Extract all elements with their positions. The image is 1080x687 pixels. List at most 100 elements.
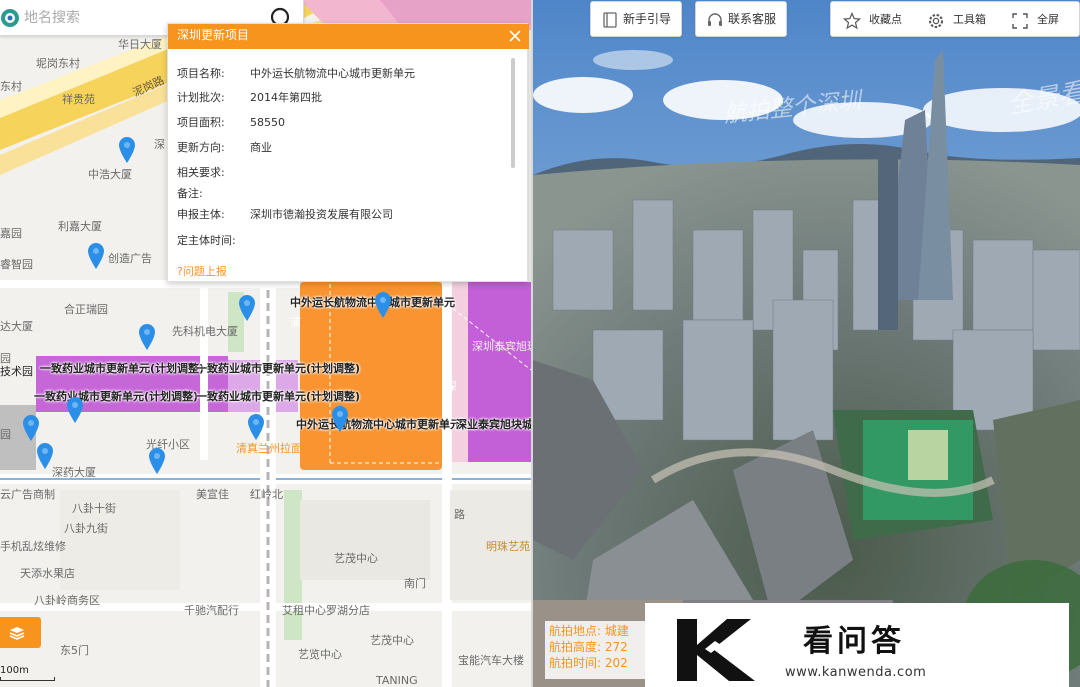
report-issue-label: 问题上报 (182, 265, 227, 278)
watermark-name: 看问答 (803, 624, 905, 659)
map-label: 睿智园 (0, 258, 33, 271)
map-label: 利嘉大厦 (58, 220, 102, 233)
zone-label[interactable]: 一致药业城市更新单元(计划调整) (196, 362, 360, 375)
toolbox-label: 工具箱 (953, 13, 986, 26)
gear-icon (929, 14, 943, 28)
map-label: 园 (0, 428, 11, 441)
field-label: 更新方向: (177, 141, 225, 154)
service-label: 联系客服 (728, 12, 777, 26)
map-label: 坭岗东村 (36, 57, 80, 70)
zone-label[interactable]: 一致药业城市更新单元(计划调整) (34, 390, 198, 403)
flight-time: 航拍时间: 202 (549, 656, 628, 670)
panorama-pane[interactable]: 航拍整个深圳 全景看 新手引导 联系客服 收藏点 工具箱 全屏 航拍地点: 城建… (533, 0, 1080, 687)
map-label: 艾租中心罗湖分店 (282, 604, 370, 617)
fullscreen-label: 全屏 (1037, 13, 1059, 26)
layers-button[interactable] (0, 617, 41, 648)
field-label: 备注: (177, 187, 203, 200)
kanwenda-logo-icon (677, 619, 755, 681)
map-label: 路 (454, 508, 465, 521)
field-label: 定主体时间: (177, 234, 236, 247)
map-label: 技术园 (0, 365, 33, 378)
popup-scrollbar[interactable] (511, 58, 515, 168)
field-value: 中外运长航物流中心城市更新单元 (250, 67, 415, 80)
map-label: 艺览中心 (298, 648, 342, 661)
field-label: 相关要求: (177, 166, 225, 179)
map-label: 艺茂中心 (370, 634, 414, 647)
location-pin-icon[interactable] (88, 243, 104, 269)
zone-label[interactable]: 中外运长航物流中心城市更新单元 (296, 418, 461, 431)
location-pin-icon[interactable] (149, 448, 165, 474)
popup-title: 深圳更新项目 (177, 28, 250, 42)
report-issue-link[interactable]: ?问题上报 (177, 265, 227, 278)
map-label: 天添水果店 (20, 567, 75, 580)
map-label: 明珠艺苑 (486, 540, 530, 553)
map-label: 清真兰州拉面 (236, 442, 302, 455)
favorites-button[interactable]: 收藏点 (831, 2, 913, 38)
zone-label[interactable]: 一致药业城市更新单元(计划调整) (40, 362, 204, 375)
flight-height: 航拍高度: 272 (549, 640, 628, 654)
map-label: 祥贵苑 (62, 93, 95, 106)
zone-label[interactable]: 中外运长航物流中心城市更新单元 (290, 296, 455, 309)
star-icon (843, 12, 861, 30)
map-label: 八卦九街 (64, 522, 108, 535)
map-label: 红岭北 (250, 488, 283, 501)
location-pin-icon[interactable] (248, 414, 264, 440)
map-label: 达大厦 (0, 320, 33, 333)
map-label: 南门 (404, 577, 426, 590)
map-label: 深 (154, 138, 165, 151)
map-label: 先科机电大厦 (172, 325, 238, 338)
map-label: 艺茂中心 (334, 552, 378, 565)
project-info-popup: 深圳更新项目 项目名称: 中外运长航物流中心城市更新单元 计划批次: 2014年… (167, 23, 529, 282)
map-label: 手机乱炫维修 (0, 540, 66, 553)
beginner-guide-button[interactable]: 新手引导 (590, 1, 682, 37)
fullscreen-icon (1012, 13, 1028, 29)
field-label: 项目名称: (177, 67, 225, 80)
location-pin-icon[interactable] (139, 324, 155, 350)
field-label: 申报主体: (177, 208, 225, 221)
map-label: 中浩大厦 (88, 168, 132, 181)
map-pane[interactable]: 华日大厦 坭岗东村 东村 祥贵苑 中浩大厦 利嘉大厦 嘉园 创造广告 睿智园 合… (0, 0, 531, 687)
location-pin-icon[interactable] (67, 397, 83, 423)
location-pin-icon[interactable] (239, 295, 255, 321)
map-label: 宝能汽车大楼 (458, 654, 524, 667)
app-logo-icon (1, 9, 19, 27)
map-label: 云广告商制 (0, 488, 55, 501)
location-pin-icon[interactable] (119, 137, 135, 163)
watermark-url: www.kanwenda.com (785, 665, 927, 680)
guide-label: 新手引导 (623, 12, 672, 26)
map-label: 美宣佳 (196, 488, 229, 501)
map-label: 园 (0, 352, 11, 365)
map-label: 华日大厦 (118, 38, 162, 51)
site-watermark: 看问答 www.kanwenda.com (645, 603, 1069, 687)
zone-label[interactable]: 一致药业城市更新单元(计划调整) (196, 390, 360, 403)
screen-root: 华日大厦 坭岗东村 东村 祥贵苑 中浩大厦 利嘉大厦 嘉园 创造广告 睿智园 合… (0, 0, 1080, 687)
map-label: 创造广告 (108, 252, 152, 265)
location-pin-icon[interactable] (375, 292, 391, 318)
field-value: 58550 (250, 116, 285, 129)
close-icon[interactable] (507, 28, 523, 44)
zone-label[interactable]: 深业泰宾旭块城 (456, 418, 531, 431)
scale-bar (0, 677, 55, 681)
customer-service-button[interactable]: 联系客服 (695, 1, 787, 37)
toolbox-button[interactable]: 工具箱 (915, 2, 997, 38)
location-pin-icon[interactable] (37, 443, 53, 469)
location-pin-icon[interactable] (23, 415, 39, 441)
map-label: 嘉园 (0, 227, 22, 240)
map-label: 东村 (0, 80, 22, 93)
map-label: 八卦岭商务区 (34, 594, 100, 607)
fullscreen-button[interactable]: 全屏 (999, 2, 1079, 38)
map-label: 东5门 (60, 644, 89, 657)
field-value: 商业 (250, 141, 272, 154)
field-value: 深圳市德瀚投资发展有限公司 (250, 208, 393, 221)
map-label: 千驰汽配行 (184, 604, 239, 617)
map-label: 合正瑞园 (64, 303, 108, 316)
map-label: 浦 (290, 316, 301, 329)
location-pin-icon[interactable] (332, 406, 348, 432)
headset-icon (708, 13, 722, 26)
map-label: TANING (376, 674, 418, 687)
flight-info-box: 航拍地点: 城建 航拍高度: 272 航拍时间: 202 (545, 621, 655, 679)
map-label: 深药大厦 (52, 466, 96, 479)
field-label: 计划批次: (177, 91, 225, 104)
toolbar: 收藏点 工具箱 全屏 (830, 1, 1080, 37)
field-value: 2014年第四批 (250, 91, 322, 104)
